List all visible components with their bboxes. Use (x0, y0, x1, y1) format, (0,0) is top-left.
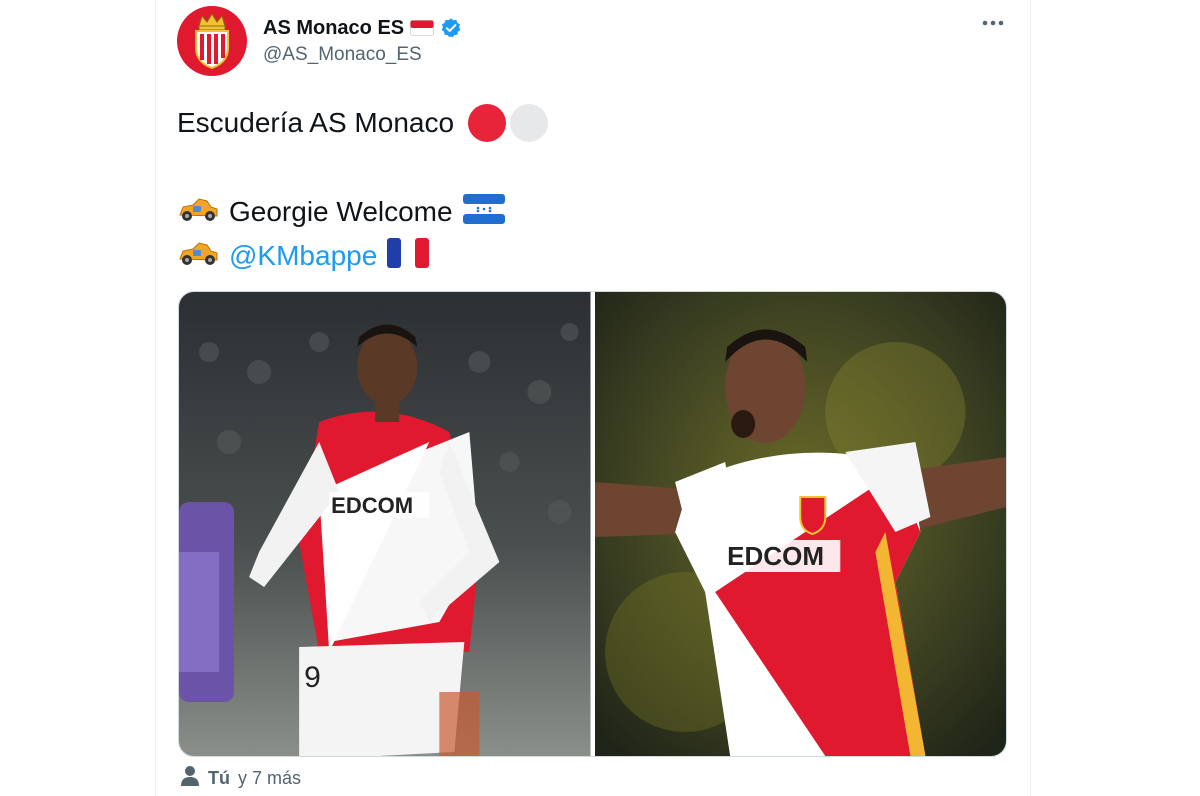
red-circle-icon (468, 104, 507, 142)
tweet-text-line-3: @KMbappe (177, 236, 430, 276)
more-options-button[interactable] (980, 10, 1006, 36)
display-name-row: AS Monaco ES (263, 14, 462, 42)
profile-avatar[interactable] (177, 6, 247, 76)
club-colors (468, 104, 549, 142)
verified-badge-icon (440, 17, 462, 39)
svg-text:EDCOM: EDCOM (331, 493, 413, 518)
user-handle[interactable]: @AS_Monaco_ES (263, 44, 422, 66)
racing-car-icon (177, 195, 219, 230)
tagged-users[interactable]: Tú y 7 más (180, 764, 301, 792)
person-icon (180, 765, 200, 792)
player-photo-right[interactable]: EDCOM (594, 292, 1006, 756)
display-name[interactable]: AS Monaco ES (263, 17, 404, 40)
tagged-user-name: Tú (208, 767, 230, 788)
tagged-more-text: y 7 más (238, 767, 302, 788)
player-photo-left[interactable]: EDCOM 9 (179, 292, 591, 756)
svg-text:EDCOM: EDCOM (727, 541, 824, 571)
svg-text:9: 9 (304, 661, 321, 694)
tweet-media-grid: EDCOM 9 EDCOM (178, 291, 1007, 757)
player-name-text: Georgie Welcome (229, 196, 453, 227)
monaco-crest-icon (195, 13, 229, 70)
tweet-text-line-2: Georgie Welcome (177, 192, 505, 232)
tweet-title-text: Escudería AS Monaco (177, 107, 455, 138)
tweet-text-line-1: Escudería AS Monaco (177, 102, 549, 144)
france-flag-icon (387, 237, 430, 275)
monaco-flag-icon (410, 20, 435, 36)
racing-car-icon (177, 239, 219, 274)
white-circle-icon (510, 104, 549, 142)
mention-link[interactable]: @KMbappe (229, 240, 377, 272)
more-options-icon (982, 20, 1004, 26)
honduras-flag-icon (462, 193, 505, 231)
